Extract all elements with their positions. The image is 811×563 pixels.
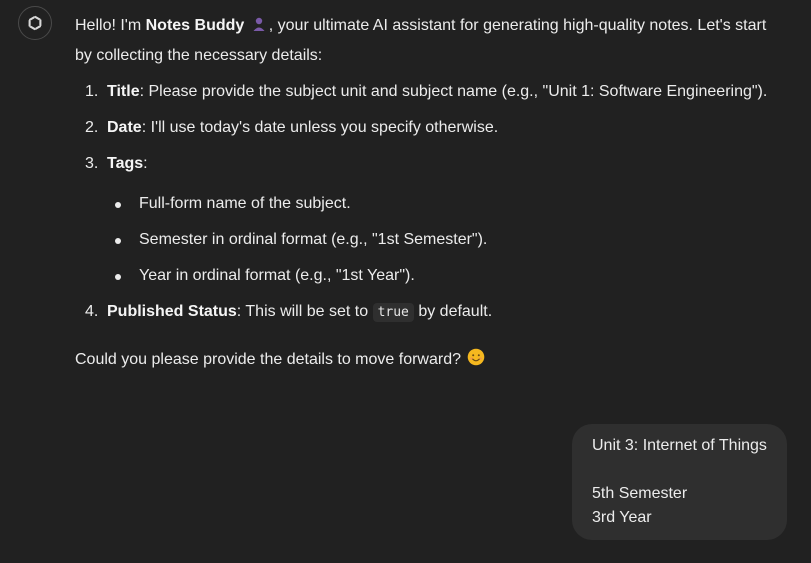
user-message-line: Unit 3: Internet of Things <box>592 437 767 454</box>
step-text: Published Status: This will be set to tr… <box>107 298 492 327</box>
step-label: Tags <box>107 155 144 172</box>
step-body-end: by default. <box>413 303 493 320</box>
step-number: 4. <box>85 303 99 320</box>
step-label: Published Status <box>107 303 237 320</box>
step-text: Tags: <box>107 150 148 178</box>
smiling-face-icon <box>467 348 485 376</box>
user-message-bubble: Unit 3: Internet of Things 5th Semester … <box>572 424 787 540</box>
step-body: : Please provide the subject unit and su… <box>139 83 768 100</box>
intro-text-line2: by collecting the necessary details: <box>75 47 323 64</box>
bullet-text: Full-form name of the subject. <box>139 195 351 212</box>
step-body: : I'll use today's date unless you speci… <box>141 119 499 136</box>
step-number: 2. <box>85 119 99 136</box>
assistant-message: Hello! I'm Notes Buddy , your ultimate A… <box>75 12 787 368</box>
intro-text: Hello! I'm Notes Buddy , your ultimate A… <box>75 12 787 42</box>
step-label: Date <box>107 119 142 136</box>
bullet-icon <box>115 238 121 244</box>
step-body: : <box>143 155 148 172</box>
openai-logo-icon <box>28 15 42 31</box>
step-number: 1. <box>85 83 99 100</box>
bullet-icon <box>115 274 121 280</box>
user-message-line <box>592 458 769 482</box>
bullet-icon <box>115 202 121 208</box>
user-message-line: 3rd Year <box>592 509 652 526</box>
closing-text: Could you please provide the details to … <box>75 346 487 376</box>
intro-prefix: Hello! I'm <box>75 17 146 34</box>
bullet-text: Semester in ordinal format (e.g., "1st S… <box>139 231 488 248</box>
inline-code: true <box>372 303 414 322</box>
person-icon <box>251 14 267 42</box>
step-text: Title: Please provide the subject unit a… <box>107 78 767 106</box>
step-text: Date: I'll use today's date unless you s… <box>107 114 498 142</box>
step-body: : This will be set to <box>236 303 373 320</box>
user-message-line: 5th Semester <box>592 485 688 502</box>
intro-suffix: , your ultimate AI assistant for generat… <box>268 17 767 34</box>
assistant-avatar <box>18 6 52 40</box>
step-label: Title <box>107 83 140 100</box>
step-number: 3. <box>85 155 99 172</box>
bullet-text: Year in ordinal format (e.g., "1st Year"… <box>139 267 415 284</box>
closing-sentence: Could you please provide the details to … <box>75 351 466 368</box>
bot-name: Notes Buddy <box>145 17 245 34</box>
